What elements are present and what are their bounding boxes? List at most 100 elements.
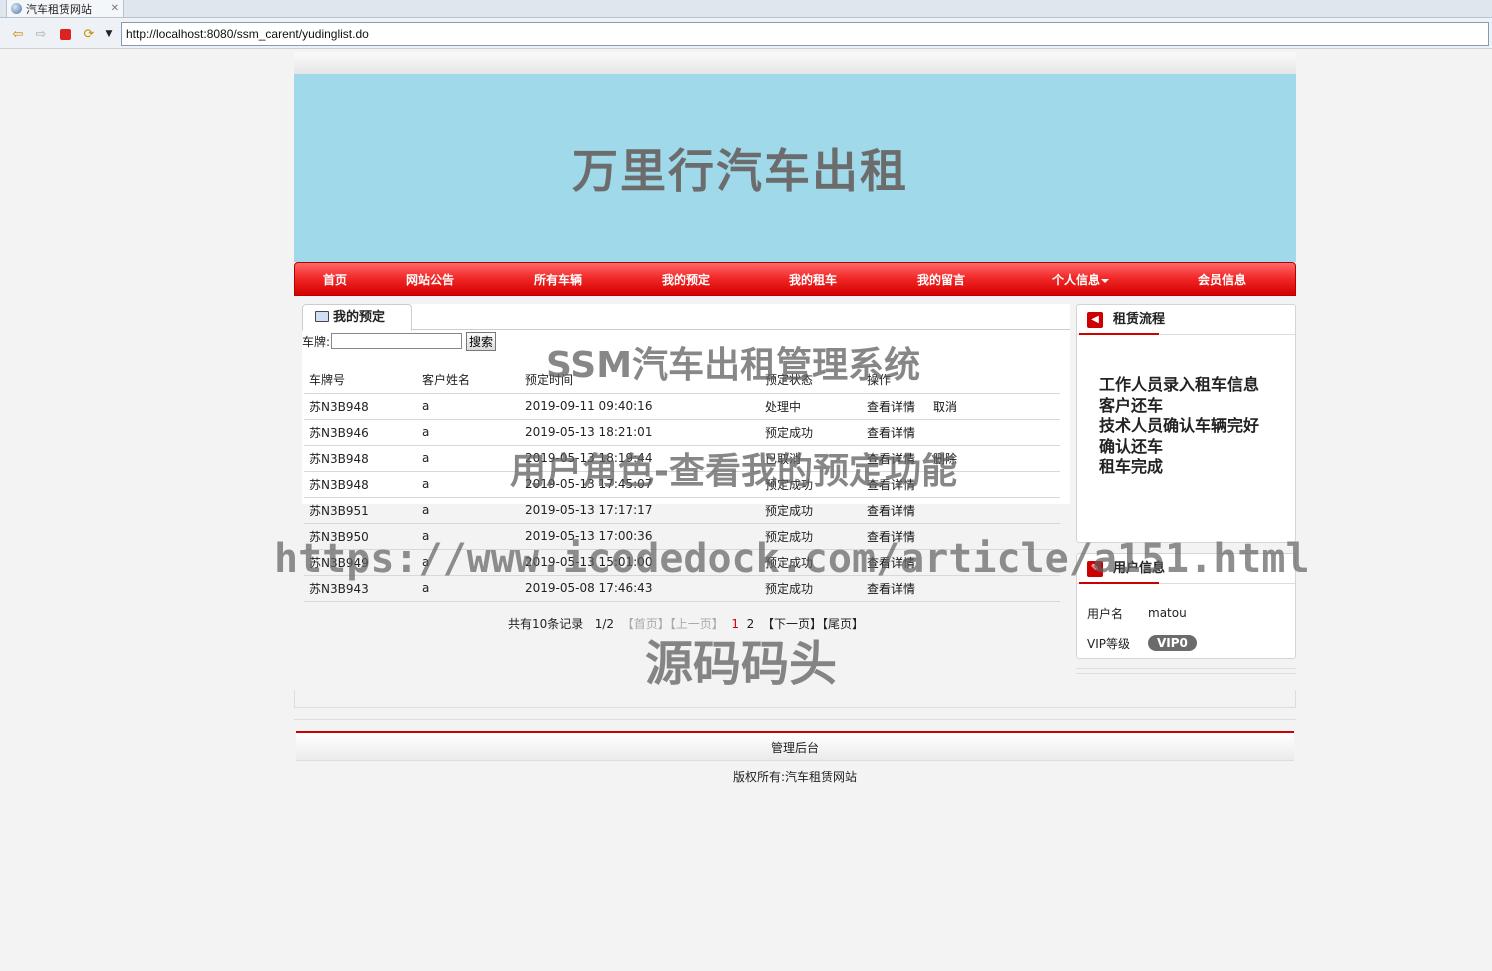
view-details-link[interactable]: 查看详情 <box>867 400 915 414</box>
view-details-link[interactable]: 查看详情 <box>867 530 915 544</box>
col-plate: 车牌号 <box>304 367 417 394</box>
nav-personal-info[interactable]: 个人信息 <box>1052 271 1110 288</box>
next-page-link[interactable]: 【下一页】 <box>762 617 822 631</box>
table-row: 苏N3B951 a 2019-05-13 17:17:17 预定成功 查看详情 <box>304 497 1060 524</box>
cell-time: 2019-05-13 18:19:44 <box>520 445 760 472</box>
cell-customer: a <box>417 523 520 550</box>
cell-status: 预定成功 <box>760 419 862 446</box>
nav-personal-info-label: 个人信息 <box>1052 273 1101 287</box>
search-row: 车牌: 搜索 <box>302 331 497 351</box>
vip-badge: VIP0 <box>1148 635 1197 651</box>
vip-label: VIP等级 <box>1087 636 1130 651</box>
browser-tab[interactable]: 汽车租赁网站 ✕ <box>6 0 124 18</box>
flow-step: 确认还车 <box>1099 436 1164 456</box>
cell-plate: 苏N3B948 <box>304 445 417 472</box>
url-bar[interactable]: http://localhost:8080/ssm_carent/yudingl… <box>121 22 1489 46</box>
cell-status: 已取消 <box>760 445 862 472</box>
admin-link[interactable]: 管理后台 <box>771 741 819 755</box>
user-info-title: 用户信息 <box>1113 561 1166 576</box>
flow-step: 技术人员确认车辆完好 <box>1099 416 1260 435</box>
first-page-link: 【首页】 <box>621 617 670 631</box>
browser-tabbar: 汽车租赁网站 ✕ <box>0 0 1492 18</box>
nav-all-cars[interactable]: 所有车辆 <box>534 271 582 288</box>
cell-customer: a <box>417 419 520 446</box>
nav-announcements[interactable]: 网站公告 <box>406 271 454 288</box>
table-row: 苏N3B949 a 2019-05-13 15:01:00 预定成功 查看详情 <box>304 549 1060 576</box>
username-value: matou <box>1148 606 1187 620</box>
sidebar-footer <box>1076 668 1296 674</box>
cell-customer: a <box>417 393 520 420</box>
table-row: 苏N3B950 a 2019-05-13 17:00:36 预定成功 查看详情 <box>304 523 1060 550</box>
cell-customer: a <box>417 445 520 472</box>
cell-plate: 苏N3B948 <box>304 471 417 498</box>
view-details-link[interactable]: 查看详情 <box>867 556 915 570</box>
vip-row: VIP等级 VIP0 <box>1087 628 1295 658</box>
view-details-link[interactable]: 查看详情 <box>867 582 915 596</box>
caret-down-icon <box>1101 278 1110 283</box>
admin-bar: 管理后台 <box>296 731 1294 761</box>
back-arrow-icon[interactable]: ⇦ <box>9 25 27 43</box>
search-button[interactable]: 搜索 <box>466 331 497 351</box>
cell-status: 预定成功 <box>760 575 862 602</box>
cell-actions: 查看详情 <box>862 523 1060 550</box>
cell-status: 预定成功 <box>760 549 862 576</box>
flow-step: 租车完成 <box>1099 457 1164 476</box>
cell-status: 处理中 <box>760 393 862 420</box>
cell-status: 预定成功 <box>760 471 862 498</box>
bottom-divider <box>294 719 1296 721</box>
main-nav: 首页 网站公告 所有车辆 我的预定 我的租车 我的留言 个人信息 会员信息 <box>294 262 1296 296</box>
cell-plate: 苏N3B951 <box>304 497 417 524</box>
record-count: 共有10条记录 <box>508 617 584 631</box>
cell-status: 预定成功 <box>760 497 862 524</box>
cell-actions: 查看详情 删除 <box>862 445 1060 472</box>
flow-step: 工作人员录入租车信息 <box>1099 375 1260 394</box>
header-underline <box>1079 333 1159 335</box>
col-actions: 操作 <box>862 367 1060 394</box>
cancel-link[interactable]: 取消 <box>933 400 957 414</box>
cell-actions: 查看详情 <box>862 471 1060 498</box>
delete-link[interactable]: 删除 <box>933 452 957 466</box>
cell-actions: 查看详情 <box>862 549 1060 576</box>
table-row: 苏N3B948 a 2019-05-13 17:45:07 预定成功 查看详情 <box>304 471 1060 498</box>
cell-plate: 苏N3B950 <box>304 523 417 550</box>
close-icon[interactable]: ✕ <box>111 3 119 14</box>
cell-customer: a <box>417 549 520 576</box>
cell-actions: 查看详情 取消 <box>862 393 1060 420</box>
nav-my-messages[interactable]: 我的留言 <box>917 271 965 288</box>
cell-plate: 苏N3B943 <box>304 575 417 602</box>
book-icon <box>315 311 329 322</box>
pagination: 共有10条记录 1/2 【首页】【上一页】 1 2 【下一页】【尾页】 <box>302 615 1070 632</box>
banner: 万里行汽车出租 <box>294 74 1296 262</box>
plate-search-input[interactable] <box>331 333 463 349</box>
last-page-link[interactable]: 【尾页】 <box>822 617 864 631</box>
view-details-link[interactable]: 查看详情 <box>867 504 915 518</box>
watermark-brand: 源码码头 <box>645 636 838 692</box>
cell-time: 2019-09-11 09:40:16 <box>520 393 760 420</box>
nav-member-info[interactable]: 会员信息 <box>1198 271 1246 288</box>
stop-icon[interactable] <box>56 25 74 43</box>
nav-my-reservations[interactable]: 我的预定 <box>662 271 710 288</box>
refresh-icon[interactable]: ⟳ <box>80 25 98 43</box>
flow-step: 客户还车 <box>1099 395 1164 415</box>
cell-time: 2019-05-13 15:01:00 <box>520 549 760 576</box>
view-details-link[interactable]: 查看详情 <box>867 426 915 440</box>
prev-page-link: 【上一页】 <box>669 617 724 631</box>
search-label: 车牌: <box>302 334 331 349</box>
rental-flow-steps: 工作人员录入租车信息 客户还车 技术人员确认车辆完好 确认还车 租车完成 <box>1077 335 1295 478</box>
forward-arrow-icon[interactable]: ⇨ <box>32 25 50 43</box>
col-status: 预定状态 <box>760 367 862 394</box>
user-info-body: 用户名 matou VIP等级 VIP0 <box>1077 584 1295 658</box>
cell-plate: 苏N3B946 <box>304 419 417 446</box>
nav-home[interactable]: 首页 <box>323 271 347 288</box>
globe-icon <box>11 3 22 14</box>
table-row: 苏N3B946 a 2019-05-13 18:21:01 预定成功 查看详情 <box>304 419 1060 446</box>
table-row: 苏N3B948 a 2019-05-13 18:19:44 已取消 查看详情 删除 <box>304 445 1060 472</box>
dropdown-arrow-icon[interactable]: ▼ <box>100 25 118 43</box>
page-container: 万里行汽车出租 首页 网站公告 所有车辆 我的预定 我的租车 我的留言 个人信息… <box>294 52 1296 296</box>
nav-my-rentals[interactable]: 我的租车 <box>789 271 837 288</box>
bottom-box <box>294 690 1296 708</box>
view-details-link[interactable]: 查看详情 <box>867 478 915 492</box>
view-details-link[interactable]: 查看详情 <box>867 452 915 466</box>
page-2-link[interactable]: 2 <box>747 617 755 631</box>
cell-actions: 查看详情 <box>862 419 1060 446</box>
